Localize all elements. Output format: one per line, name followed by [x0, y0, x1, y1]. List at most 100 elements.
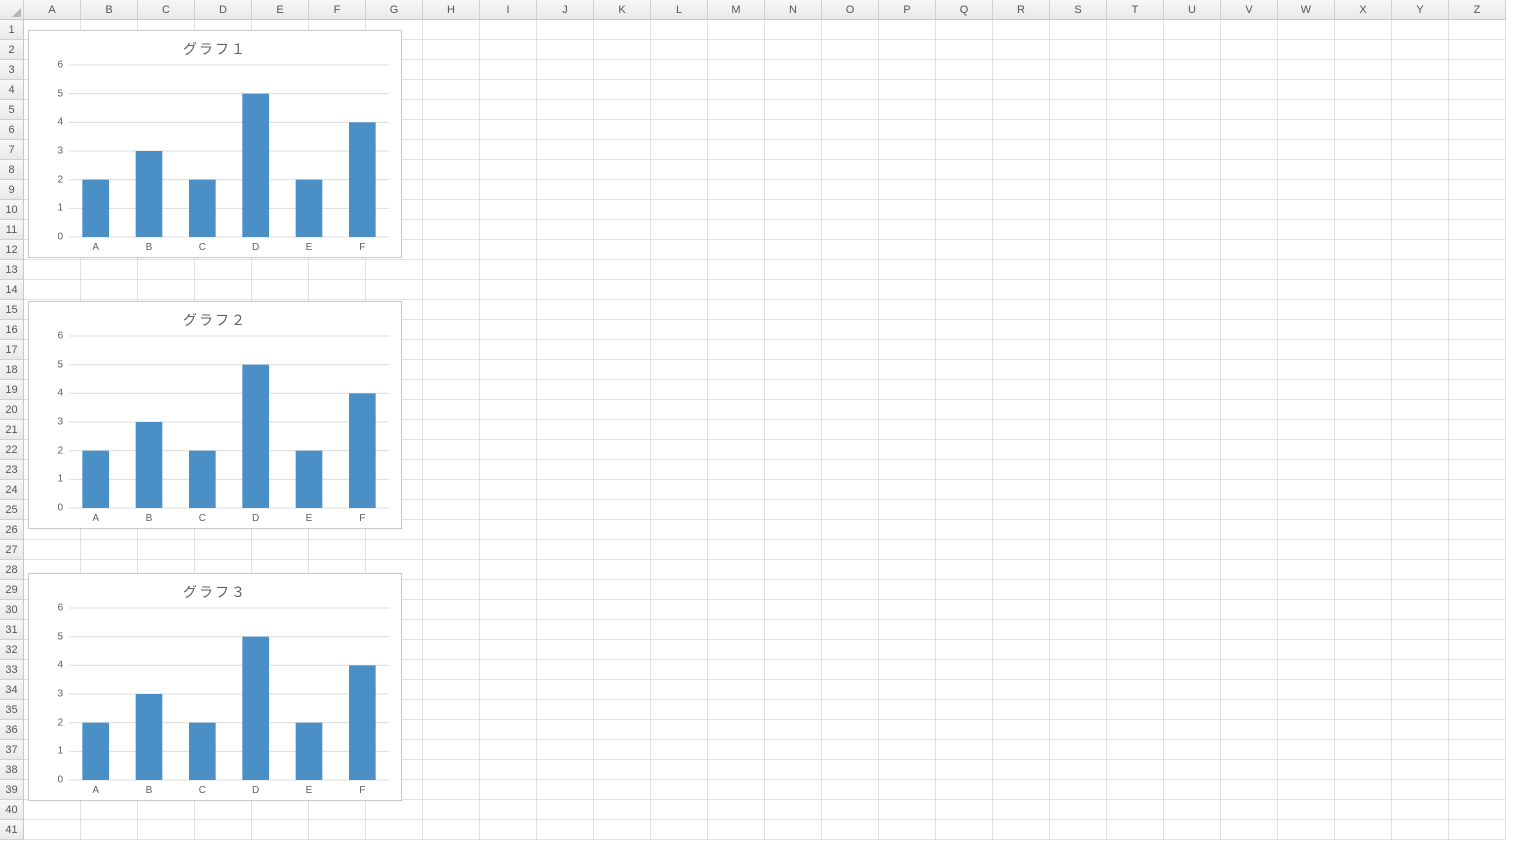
- bar-B[interactable]: [136, 422, 163, 508]
- cell-Y9[interactable]: [1392, 180, 1449, 200]
- cell-L18[interactable]: [651, 360, 708, 380]
- cell-T20[interactable]: [1107, 400, 1164, 420]
- cell-S13[interactable]: [1050, 260, 1107, 280]
- cell-N39[interactable]: [765, 780, 822, 800]
- cell-L22[interactable]: [651, 440, 708, 460]
- cell-V18[interactable]: [1221, 360, 1278, 380]
- cell-L2[interactable]: [651, 40, 708, 60]
- cell-Y26[interactable]: [1392, 520, 1449, 540]
- cell-O1[interactable]: [822, 20, 879, 40]
- row-header-26[interactable]: 26: [0, 520, 24, 540]
- cell-Z35[interactable]: [1449, 700, 1506, 720]
- cell-Q25[interactable]: [936, 500, 993, 520]
- cell-H36[interactable]: [423, 720, 480, 740]
- cell-Q28[interactable]: [936, 560, 993, 580]
- cell-H25[interactable]: [423, 500, 480, 520]
- cell-M38[interactable]: [708, 760, 765, 780]
- cell-T17[interactable]: [1107, 340, 1164, 360]
- cell-N14[interactable]: [765, 280, 822, 300]
- cell-I19[interactable]: [480, 380, 537, 400]
- cell-K28[interactable]: [594, 560, 651, 580]
- cell-S34[interactable]: [1050, 680, 1107, 700]
- cell-M34[interactable]: [708, 680, 765, 700]
- cell-I24[interactable]: [480, 480, 537, 500]
- cell-I5[interactable]: [480, 100, 537, 120]
- cell-Q1[interactable]: [936, 20, 993, 40]
- row-header-13[interactable]: 13: [0, 260, 24, 280]
- cell-O13[interactable]: [822, 260, 879, 280]
- cell-U23[interactable]: [1164, 460, 1221, 480]
- cell-J33[interactable]: [537, 660, 594, 680]
- cell-R4[interactable]: [993, 80, 1050, 100]
- cell-N15[interactable]: [765, 300, 822, 320]
- cell-K25[interactable]: [594, 500, 651, 520]
- cell-T24[interactable]: [1107, 480, 1164, 500]
- cell-O33[interactable]: [822, 660, 879, 680]
- cell-Z34[interactable]: [1449, 680, 1506, 700]
- cell-S37[interactable]: [1050, 740, 1107, 760]
- cell-H35[interactable]: [423, 700, 480, 720]
- cell-X26[interactable]: [1335, 520, 1392, 540]
- cell-N38[interactable]: [765, 760, 822, 780]
- cell-J34[interactable]: [537, 680, 594, 700]
- cell-W27[interactable]: [1278, 540, 1335, 560]
- cell-M37[interactable]: [708, 740, 765, 760]
- bar-D[interactable]: [242, 94, 269, 237]
- cell-U37[interactable]: [1164, 740, 1221, 760]
- cell-Z23[interactable]: [1449, 460, 1506, 480]
- cell-P27[interactable]: [879, 540, 936, 560]
- cell-W15[interactable]: [1278, 300, 1335, 320]
- cell-P23[interactable]: [879, 460, 936, 480]
- cell-L34[interactable]: [651, 680, 708, 700]
- cell-Q17[interactable]: [936, 340, 993, 360]
- cell-E27[interactable]: [252, 540, 309, 560]
- cell-I20[interactable]: [480, 400, 537, 420]
- cell-O2[interactable]: [822, 40, 879, 60]
- cell-O11[interactable]: [822, 220, 879, 240]
- cell-H31[interactable]: [423, 620, 480, 640]
- cell-X1[interactable]: [1335, 20, 1392, 40]
- column-header-G[interactable]: G: [366, 0, 423, 20]
- row-header-12[interactable]: 12: [0, 240, 24, 260]
- cell-X24[interactable]: [1335, 480, 1392, 500]
- cell-O7[interactable]: [822, 140, 879, 160]
- cell-Z19[interactable]: [1449, 380, 1506, 400]
- bar-A[interactable]: [82, 451, 109, 508]
- cell-K2[interactable]: [594, 40, 651, 60]
- cell-G14[interactable]: [366, 280, 423, 300]
- cell-M22[interactable]: [708, 440, 765, 460]
- row-header-21[interactable]: 21: [0, 420, 24, 440]
- cell-J28[interactable]: [537, 560, 594, 580]
- row-header-40[interactable]: 40: [0, 800, 24, 820]
- cell-N23[interactable]: [765, 460, 822, 480]
- cell-H16[interactable]: [423, 320, 480, 340]
- cell-N12[interactable]: [765, 240, 822, 260]
- cell-N21[interactable]: [765, 420, 822, 440]
- cell-R24[interactable]: [993, 480, 1050, 500]
- row-header-9[interactable]: 9: [0, 180, 24, 200]
- cell-K4[interactable]: [594, 80, 651, 100]
- row-header-14[interactable]: 14: [0, 280, 24, 300]
- cell-U27[interactable]: [1164, 540, 1221, 560]
- cell-W18[interactable]: [1278, 360, 1335, 380]
- cell-S1[interactable]: [1050, 20, 1107, 40]
- cell-M33[interactable]: [708, 660, 765, 680]
- cell-Z33[interactable]: [1449, 660, 1506, 680]
- cell-P1[interactable]: [879, 20, 936, 40]
- row-header-17[interactable]: 17: [0, 340, 24, 360]
- column-header-T[interactable]: T: [1107, 0, 1164, 20]
- cell-Y25[interactable]: [1392, 500, 1449, 520]
- cell-P40[interactable]: [879, 800, 936, 820]
- cell-S2[interactable]: [1050, 40, 1107, 60]
- cell-U24[interactable]: [1164, 480, 1221, 500]
- cell-O3[interactable]: [822, 60, 879, 80]
- cell-I38[interactable]: [480, 760, 537, 780]
- cell-P21[interactable]: [879, 420, 936, 440]
- column-header-O[interactable]: O: [822, 0, 879, 20]
- cell-H5[interactable]: [423, 100, 480, 120]
- cell-M25[interactable]: [708, 500, 765, 520]
- cell-Q40[interactable]: [936, 800, 993, 820]
- row-header-24[interactable]: 24: [0, 480, 24, 500]
- cell-C27[interactable]: [138, 540, 195, 560]
- cell-X28[interactable]: [1335, 560, 1392, 580]
